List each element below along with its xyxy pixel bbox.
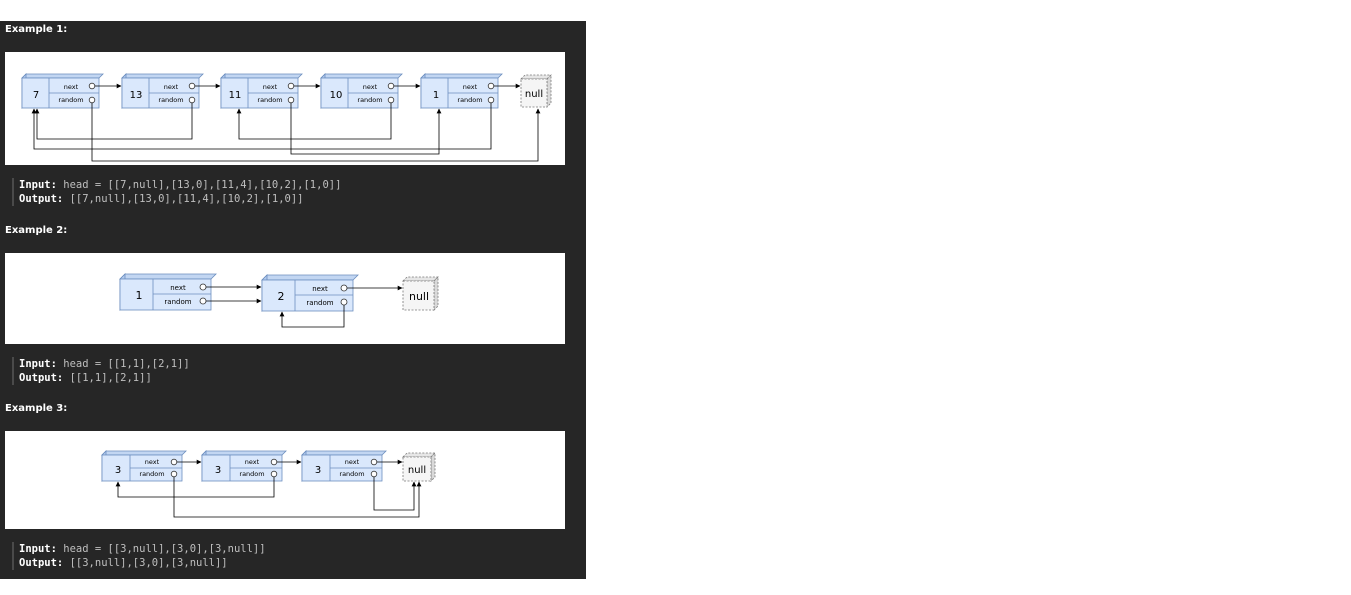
next-label: next <box>463 83 478 91</box>
random-label: random <box>257 96 282 104</box>
list-node: 13 next random <box>121 73 204 109</box>
null-label: null <box>525 89 543 100</box>
next-label: next <box>345 458 360 466</box>
random-label: random <box>306 299 333 307</box>
next-label: next <box>245 458 260 466</box>
list-node: 1 next random <box>420 73 503 109</box>
next-label: next <box>170 284 186 292</box>
null-box: null <box>402 276 439 311</box>
list-node: 7 next random <box>21 73 104 109</box>
random-label: random <box>58 96 83 104</box>
node-value: 2 <box>278 290 285 303</box>
example-2-svg: 1 next random 2 next random null <box>119 273 439 328</box>
output-value: [[7,null],[13,0],[11,4],[10,2],[1,0]] <box>69 193 304 205</box>
null-box: null <box>402 452 436 482</box>
null-box: null <box>520 74 552 108</box>
output-label: Output: <box>19 372 64 384</box>
example-1-diagram: 7 next random 13 next random 11 next ran… <box>5 52 565 165</box>
input-label: Input: <box>19 358 57 370</box>
random-label: random <box>239 470 264 478</box>
next-label: next <box>145 458 160 466</box>
next-label: next <box>312 285 328 293</box>
random-arrows <box>31 103 541 162</box>
node-value: 7 <box>33 90 39 101</box>
example-1-io: Input: head = [[7,null],[13,0],[11,4],[1… <box>12 178 341 206</box>
random-label: random <box>164 298 191 306</box>
example-3-title: Example 3: <box>5 403 68 414</box>
node-value: 1 <box>433 90 439 101</box>
node-value: 11 <box>229 90 242 101</box>
example-3-diagram: 3 next random 3 next random 3 next rando… <box>5 431 565 529</box>
output-value: [[3,null],[3,0],[3,null]] <box>69 557 228 569</box>
example-1-svg: 7 next random 13 next random 11 next ran… <box>21 73 552 162</box>
example-2-diagram: 1 next random 2 next random null <box>5 253 565 344</box>
node-value: 3 <box>215 465 221 476</box>
random-label: random <box>339 470 364 478</box>
list-node: 11 next random <box>220 73 303 109</box>
input-label: Input: <box>19 179 57 191</box>
random-label: random <box>139 470 164 478</box>
random-label: random <box>457 96 482 104</box>
list-node: 1 next random <box>119 273 217 311</box>
output-label: Output: <box>19 557 64 569</box>
list-node: 3 next random <box>301 450 387 482</box>
node-value: 10 <box>330 90 343 101</box>
list-node: 3 next random <box>101 450 187 482</box>
output-label: Output: <box>19 193 64 205</box>
example-2-io: Input: head = [[1,1],[2,1]] Output: [[1,… <box>12 357 190 385</box>
next-label: next <box>164 83 179 91</box>
input-value: head = [[1,1],[2,1]] <box>63 358 190 370</box>
output-value: [[1,1],[2,1]] <box>69 372 152 384</box>
node-value: 1 <box>136 289 143 302</box>
list-node: 3 next random <box>201 450 287 482</box>
input-label: Input: <box>19 543 57 555</box>
list-node: 10 next random <box>320 73 403 109</box>
example-3-io: Input: head = [[3,null],[3,0],[3,null]] … <box>12 542 266 570</box>
random-label: random <box>357 96 382 104</box>
input-value: head = [[3,null],[3,0],[3,null]] <box>63 543 266 555</box>
examples-panel: Example 1: 7 next random 13 next random … <box>0 21 586 579</box>
random-label: random <box>158 96 183 104</box>
null-label: null <box>408 465 426 476</box>
node-value: 3 <box>315 465 321 476</box>
next-label: next <box>263 83 278 91</box>
next-label: next <box>363 83 378 91</box>
example-1-title: Example 1: <box>5 24 68 35</box>
random-arrows <box>115 477 422 518</box>
example-2-title: Example 2: <box>5 225 68 236</box>
next-label: next <box>64 83 79 91</box>
input-value: head = [[7,null],[13,0],[11,4],[10,2],[1… <box>63 179 342 191</box>
node-value: 13 <box>130 90 143 101</box>
null-label: null <box>409 290 429 303</box>
example-3-svg: 3 next random 3 next random 3 next rando… <box>101 450 436 518</box>
node-value: 3 <box>115 465 121 476</box>
